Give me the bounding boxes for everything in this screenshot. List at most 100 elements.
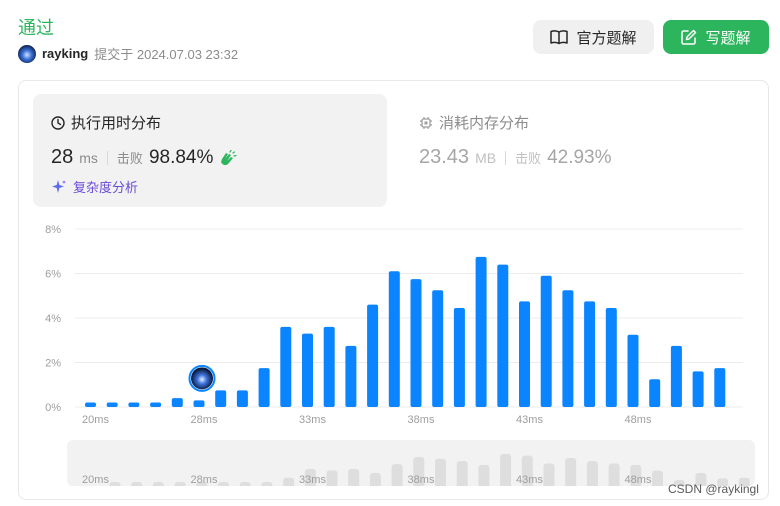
overview-bar bbox=[652, 470, 663, 486]
distribution-bar bbox=[475, 256, 487, 407]
overview-tick-label: 28ms bbox=[191, 474, 218, 486]
overview-tick-label: 43ms bbox=[516, 474, 543, 486]
distribution-bar bbox=[453, 307, 465, 407]
overview-bar bbox=[218, 482, 229, 486]
submitted-time: 提交于 2024.07.03 23:32 bbox=[94, 47, 239, 62]
marker-avatar bbox=[191, 367, 213, 390]
distribution-bar bbox=[605, 307, 617, 407]
distribution-bar bbox=[410, 279, 422, 407]
overview-bar bbox=[543, 463, 555, 486]
runtime-value: 28 bbox=[51, 146, 74, 168]
result-card: 执行用时分布 28 ms 击败 98.84% 复杂度分析 消耗内存分布 23.4… bbox=[18, 80, 769, 500]
overview-bar bbox=[369, 472, 381, 486]
distribution-bar bbox=[388, 271, 400, 407]
overview-bar bbox=[131, 482, 143, 486]
overview-bar bbox=[500, 453, 512, 486]
distribution-bar bbox=[692, 371, 704, 407]
distribution-bar bbox=[649, 379, 661, 407]
y-tick-label: 6% bbox=[45, 269, 61, 281]
x-tick-label: 48ms bbox=[625, 414, 652, 426]
chart-range-navigator[interactable]: 20ms 28ms 33ms 38ms 43ms 48ms bbox=[67, 440, 755, 486]
y-tick-label: 4% bbox=[45, 313, 61, 325]
distribution-bar bbox=[302, 333, 313, 407]
range-navigator-overview: 20ms 28ms 33ms 38ms 43ms 48ms bbox=[82, 453, 750, 486]
runtime-metric: 28 ms 击败 98.84% bbox=[51, 146, 237, 169]
distribution-bar bbox=[215, 390, 227, 407]
x-tick-label: 28ms bbox=[191, 414, 218, 426]
overview-bar bbox=[435, 458, 446, 486]
runtime-beat-percent: 98.84% bbox=[148, 147, 214, 168]
distribution-bar bbox=[85, 402, 96, 407]
overview-bar bbox=[586, 461, 598, 486]
official-solution-label: 官方题解 bbox=[576, 29, 637, 47]
overview-bar bbox=[565, 457, 577, 486]
official-solution-button[interactable]: 官方题解 bbox=[533, 20, 654, 54]
book-icon bbox=[550, 30, 569, 45]
distribution-bar bbox=[540, 275, 552, 407]
memory-beat-label: 击败 bbox=[515, 151, 542, 166]
distribution-bar bbox=[519, 301, 530, 407]
memory-unit: MB bbox=[475, 150, 497, 166]
distribution-bar bbox=[171, 398, 183, 407]
distribution-bar bbox=[627, 334, 639, 407]
edit-icon bbox=[681, 29, 697, 45]
overview-bar bbox=[478, 464, 490, 486]
overview-tick-label: 38ms bbox=[408, 474, 435, 486]
sparkle-icon bbox=[52, 179, 66, 193]
runtime-beat-label: 击败 bbox=[116, 151, 143, 166]
distribution-bar bbox=[193, 400, 205, 407]
overview-bar bbox=[109, 482, 121, 486]
distribution-bar bbox=[323, 326, 335, 407]
distribution-bar bbox=[345, 345, 357, 407]
distribution-bar bbox=[670, 345, 682, 407]
memory-title: 消耗内存分布 bbox=[439, 115, 530, 132]
distribution-bar bbox=[497, 264, 509, 407]
memory-heading: 消耗内存分布 bbox=[419, 112, 529, 133]
memory-panel[interactable]: 消耗内存分布 23.43 MB 击败 42.93% bbox=[419, 94, 749, 207]
overview-bar bbox=[239, 482, 251, 486]
overview-bar bbox=[348, 468, 360, 486]
overview-tick-label: 33ms bbox=[299, 474, 326, 486]
distribution-bar bbox=[150, 402, 162, 407]
watermark: CSDN @raykingl bbox=[668, 482, 759, 496]
username[interactable]: rayking bbox=[42, 46, 88, 61]
overview-bar bbox=[456, 461, 468, 486]
complexity-analysis-link[interactable]: 复杂度分析 bbox=[51, 177, 138, 196]
write-solution-button[interactable]: 写题解 bbox=[663, 20, 769, 54]
runtime-title: 执行用时分布 bbox=[71, 115, 162, 132]
x-tick-label: 20ms bbox=[82, 414, 109, 426]
chip-icon bbox=[420, 116, 432, 129]
y-tick-label: 2% bbox=[45, 358, 61, 370]
distribution-bar bbox=[562, 290, 574, 407]
write-solution-label: 写题解 bbox=[705, 29, 751, 47]
y-tick-label: 8% bbox=[45, 224, 61, 236]
x-tick-label: 33ms bbox=[299, 414, 326, 426]
distribution-bar bbox=[432, 290, 444, 407]
runtime-panel[interactable]: 执行用时分布 28 ms 击败 98.84% 复杂度分析 bbox=[33, 94, 387, 207]
submission-info: rayking 提交于 2024.07.03 23:32 bbox=[18, 44, 238, 63]
overview-bar bbox=[261, 482, 273, 486]
clock-icon bbox=[51, 115, 65, 130]
distribution-bar bbox=[280, 326, 292, 407]
complexity-analysis-label: 复杂度分析 bbox=[73, 180, 139, 195]
overview-bar bbox=[608, 463, 620, 486]
memory-metric: 23.43 MB 击败 42.93% bbox=[419, 146, 612, 169]
overview-bar bbox=[326, 470, 338, 486]
submission-status: 通过 bbox=[18, 18, 54, 38]
distribution-bar bbox=[714, 368, 726, 407]
distribution-bar bbox=[106, 402, 118, 407]
runtime-unit: ms bbox=[79, 150, 98, 166]
overview-bar bbox=[174, 482, 186, 486]
clapping-hands-icon bbox=[221, 149, 237, 165]
overview-tick-label: 48ms bbox=[625, 474, 652, 486]
memory-divider bbox=[505, 150, 507, 165]
memory-beat-percent: 42.93% bbox=[547, 147, 612, 168]
x-tick-label: 38ms bbox=[408, 414, 435, 426]
runtime-distribution-chart[interactable]: 8% 6% 4% 2% 0% 20ms 28ms 33ms 38ms 43ms 48ms bbox=[19, 217, 770, 427]
user-avatar[interactable] bbox=[18, 44, 36, 63]
runtime-heading: 执行用时分布 bbox=[51, 112, 161, 133]
distribution-bar bbox=[367, 304, 379, 407]
memory-value: 23.43 bbox=[419, 146, 470, 168]
x-tick-label: 43ms bbox=[516, 414, 543, 426]
your-submission-marker bbox=[188, 364, 216, 392]
